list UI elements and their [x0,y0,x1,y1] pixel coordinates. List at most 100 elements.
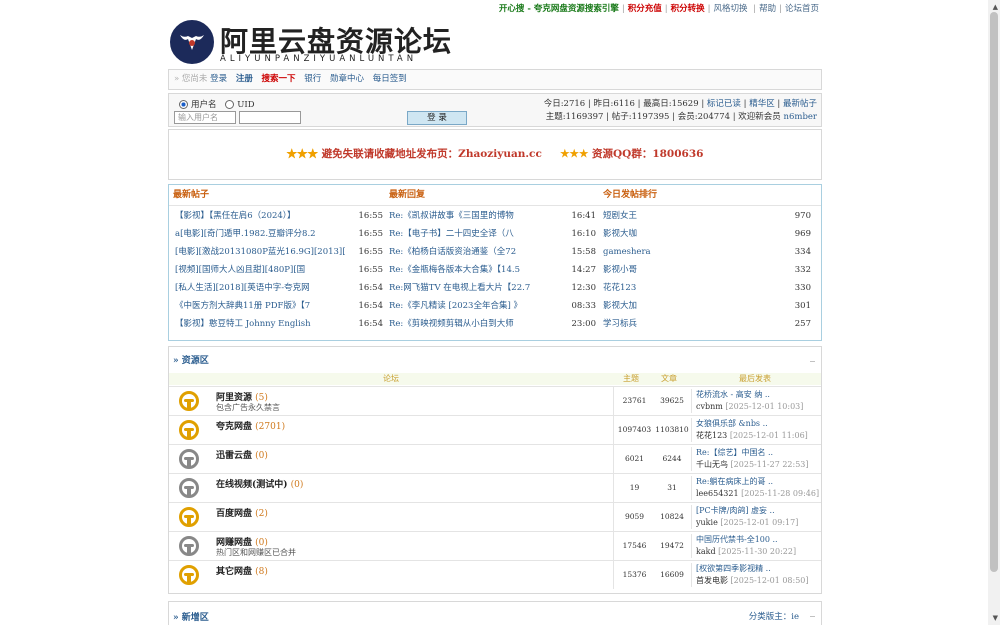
latest-reply-title[interactable]: Re:《剪映视频剪辑从小白到大师 [389,315,561,333]
forum-name[interactable]: 在线视频(测试中) (0) [216,477,303,490]
password-input[interactable] [239,111,301,124]
section-moderator[interactable]: 分类版主：ie [749,610,799,622]
forum-name[interactable]: 夸克网盘 (2701) [216,419,285,432]
last-post-user[interactable]: kakd [696,547,716,556]
last-post-user[interactable]: 花花123 [696,431,727,440]
toplink-recharge[interactable]: 积分充值 [628,4,662,14]
collapse-toggle[interactable]: _ [810,606,815,617]
toplink-home[interactable]: 论坛首页 [785,4,819,14]
nav-login[interactable]: 登录 [210,74,227,84]
last-post-user[interactable]: 千山无鸟 [696,460,728,469]
ranking-entry-title[interactable]: 影视小哥 [603,261,637,279]
latest-reply-title[interactable]: Re:《金瓶梅各版本大合集》【14.5 [389,261,561,279]
post-time: 23:00 [571,319,597,329]
latest-post-title[interactable]: [电影][激战20131080P蓝光16.9G][2013][ [175,243,355,261]
login-button[interactable]: 登 录 [407,111,467,125]
last-post-title[interactable]: 女狼俱乐部 &nbs .. [696,418,819,430]
radio-username[interactable] [179,100,188,109]
nav-register[interactable]: 注册 [236,74,253,84]
latest-reply[interactable]: Re:《金瓶梅各版本大合集》【14.5 14:27 [389,261,596,279]
ranking-entry[interactable]: 花花123 330 [603,279,811,297]
forum-name[interactable]: 百度网盘 (2) [216,506,268,519]
section-title[interactable]: » 资源区 [173,353,209,366]
last-post-user[interactable]: yukie [696,518,718,527]
latest-post[interactable]: 《中医方剂大辞典11册 PDF版》【7 16:54 [175,297,383,315]
latest-reply[interactable]: Re:【电子书】二十四史全译（八 16:10 [389,225,596,243]
latest-post-title[interactable]: 【影视】憨豆特工 Johnny English [175,315,355,333]
nav-bank[interactable]: 银行 [304,74,321,84]
new-member-link[interactable]: n6mber [784,112,817,122]
latest-post[interactable]: a[电影][奇门遁甲.1982.豆瓣评分8.2 16:55 [175,225,383,243]
last-post-title[interactable]: [PC卡牌/肉鸽] 虚妄 .. [696,505,819,517]
link-digest[interactable]: 精华区 [749,99,775,109]
latest-reply-title[interactable]: Re:【电子书】二十四史全译（八 [389,225,561,243]
nav-search[interactable]: 搜索一下 [262,74,296,84]
nav-daily-signin[interactable]: 每日签到 [373,74,407,84]
forum-title[interactable]: 其它网盘 [216,567,252,577]
forum-title[interactable]: 百度网盘 [216,509,252,519]
latest-post-title[interactable]: [视频][国师大人凶且甜][480P][国 [175,261,355,279]
ranking-entry-title[interactable]: 学习标兵 [603,315,637,333]
ranking-entry[interactable]: gameshera 334 [603,243,811,261]
link-mark-read[interactable]: 标记已读 [707,99,741,109]
latest-post[interactable]: [电影][激战20131080P蓝光16.9G][2013][16:55 [175,243,383,261]
ranking-entry-title[interactable]: 花花123 [603,279,636,297]
forum-title[interactable]: 迅雷云盘 [216,451,252,461]
last-post-user[interactable]: lee654321 [696,489,739,498]
ranking-entry-title[interactable]: 影视大咖 [603,225,637,243]
latest-reply-title[interactable]: Re:《柏杨白话版资治通鉴（全72 [389,243,561,261]
site-logo[interactable]: 阿里云盘资源论坛 ALIYUNPANZIYUANLUNTAN [170,20,470,65]
latest-reply[interactable]: Re:《李凡精读 [2023全年合集] 》 08:33 [389,297,596,315]
nav-medal-center[interactable]: 勋章中心 [330,74,364,84]
ranking-entry-title[interactable]: gameshera [603,243,651,261]
latest-post[interactable]: [视频][国师大人凶且甜][480P][国 16:55 [175,261,383,279]
toplink-search[interactable]: 开心搜 - 夸克网盘资源搜索引擎 [499,4,619,14]
forum-name[interactable]: 迅雷云盘 (0) [216,448,268,461]
ranking-entry[interactable]: 学习标兵 257 [603,315,811,333]
last-post-title[interactable]: Re:【综艺】中国名 .. [696,447,819,459]
last-post-title[interactable]: Re:躺在病床上的哥 .. [696,476,819,488]
last-post-title[interactable]: 中国历代禁书-全100 .. [696,534,819,546]
ranking-entry[interactable]: 影视大加 301 [603,297,811,315]
ranking-entry[interactable]: 短剧女王 970 [603,207,811,225]
latest-reply[interactable]: Re:《凯叔讲故事《三国里的博物 16:41 [389,207,596,225]
page-scrollbar[interactable]: ▲ ▼ [988,0,1000,625]
latest-reply[interactable]: Re:网飞猫TV 在电视上看大片【22.7 12:30 [389,279,596,297]
latest-reply-title[interactable]: Re:《李凡精读 [2023全年合集] 》 [389,297,561,315]
collapse-toggle[interactable]: _ [810,351,815,362]
latest-reply-title[interactable]: Re:《凯叔讲故事《三国里的博物 [389,207,561,225]
link-latest-posts[interactable]: 最新帖子 [783,99,817,109]
forum-title[interactable]: 夸克网盘 [216,422,252,432]
latest-reply[interactable]: Re:《剪映视频剪辑从小白到大师 23:00 [389,315,596,333]
radio-uid[interactable] [225,100,235,109]
toplink-convert[interactable]: 积分转换 [671,4,705,14]
latest-post[interactable]: [私人生活][2018][英语中字-夸克网 16:54 [175,279,383,297]
last-post-user[interactable]: 首发电影 [696,576,728,585]
latest-reply[interactable]: Re:《柏杨白话版资治通鉴（全72 15:58 [389,243,596,261]
username-input[interactable]: 输入用户名 [174,111,236,124]
scroll-up-icon[interactable]: ▲ [993,3,998,11]
toplink-help[interactable]: 帮助 [759,4,776,14]
forum-title[interactable]: 在线视频(测试中) [216,480,288,490]
last-post-user[interactable]: cvbnm [696,402,723,411]
ranking-entry[interactable]: 影视大咖 969 [603,225,811,243]
latest-reply-title[interactable]: Re:网飞猫TV 在电视上看大片【22.7 [389,279,561,297]
latest-post[interactable]: 【影视】憨豆特工 Johnny English 16:54 [175,315,383,333]
announce-address[interactable]: 避免失联请收藏地址发布页：Zhaoziyuan.cc [322,148,542,160]
last-post-title[interactable]: [权欲第四季影视精 .. [696,563,819,575]
latest-post-title[interactable]: [私人生活][2018][英语中字-夸克网 [175,279,355,297]
stats-counts: 今日:2716 | 昨日:6116 | 最高日:15629 | [543,99,707,109]
latest-post-title[interactable]: a[电影][奇门遁甲.1982.豆瓣评分8.2 [175,225,355,243]
forum-name[interactable]: 其它网盘 (8) [216,564,268,577]
latest-post-title[interactable]: 【影视】【黑任在肩6（2024）】 [175,207,355,225]
ranking-entry-title[interactable]: 影视大加 [603,297,637,315]
toplink-style[interactable]: 风格切换 [714,4,751,14]
scroll-thumb[interactable] [990,12,998,572]
last-post-title[interactable]: 花桥流水 - 高安 纳 .. [696,389,819,401]
section-title[interactable]: » 新增区 [173,610,209,623]
scroll-down-icon[interactable]: ▼ [993,614,998,622]
ranking-entry-title[interactable]: 短剧女王 [603,207,637,225]
latest-post-title[interactable]: 《中医方剂大辞典11册 PDF版》【7 [175,297,355,315]
ranking-entry[interactable]: 影视小哥 332 [603,261,811,279]
latest-post[interactable]: 【影视】【黑任在肩6（2024）】 16:55 [175,207,383,225]
